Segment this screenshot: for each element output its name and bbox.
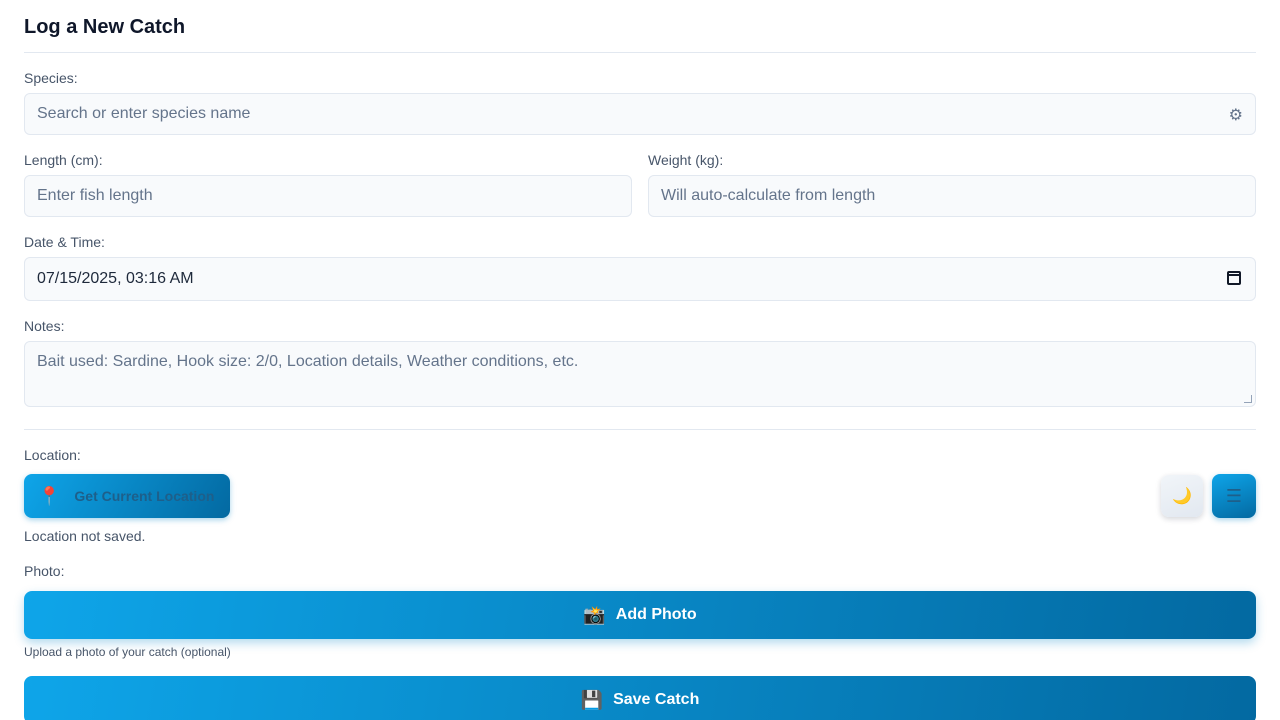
moon-icon: 🌙 [1172,488,1192,505]
save-catch-label: Save Catch [613,691,700,708]
notes-placeholder: Bait used: Sardine, Hook size: 2/0, Loca… [37,353,579,370]
floppy-disk-icon: 💾 [580,689,604,710]
notes-textarea[interactable]: Bait used: Sardine, Hook size: 2/0, Loca… [24,341,1256,407]
get-location-label: Get Current Location [74,488,215,504]
length-label: Length (cm): [24,152,103,168]
save-catch-button[interactable]: 💾 Save Catch [24,676,1256,720]
species-placeholder: Search or enter species name [37,105,251,122]
weight-placeholder: Will auto-calculate from length [661,187,876,204]
notes-label: Notes: [24,318,65,334]
datetime-value: 07/15/2025, 03:16 AM [37,270,194,287]
photo-label: Photo: [24,563,65,579]
theme-toggle-button[interactable]: 🌙 [1161,475,1203,517]
datetime-input[interactable]: 07/15/2025, 03:16 AM [24,257,1256,301]
add-photo-label: Add Photo [615,606,697,623]
location-label: Location: [24,447,81,463]
title-divider [24,52,1256,53]
hamburger-menu-icon: ☰ [1225,485,1243,506]
length-input[interactable]: Enter fish length [24,175,632,217]
gear-icon[interactable]: ⚙ [1229,105,1243,125]
add-photo-button[interactable]: 📸 Add Photo [24,591,1256,639]
weight-input[interactable]: Will auto-calculate from length [648,175,1256,217]
photo-hint: Upload a photo of your catch (optional) [24,645,231,659]
weight-label: Weight (kg): [648,152,724,168]
location-status: Location not saved. [24,528,146,544]
datetime-label: Date & Time: [24,234,105,250]
get-location-button[interactable]: 📍 Get Current Location [24,474,230,518]
calendar-icon[interactable] [1227,271,1241,285]
resize-handle[interactable] [1244,395,1252,403]
page-title: Log a New Catch [24,16,186,38]
species-label: Species: [24,70,78,86]
camera-icon: 📸 [583,604,606,625]
menu-button[interactable]: ☰ [1212,474,1256,518]
species-input[interactable]: Search or enter species name ⚙ [24,93,1256,135]
section-divider [24,429,1256,430]
map-pin-icon: 📍 [38,485,61,506]
length-placeholder: Enter fish length [37,187,153,204]
